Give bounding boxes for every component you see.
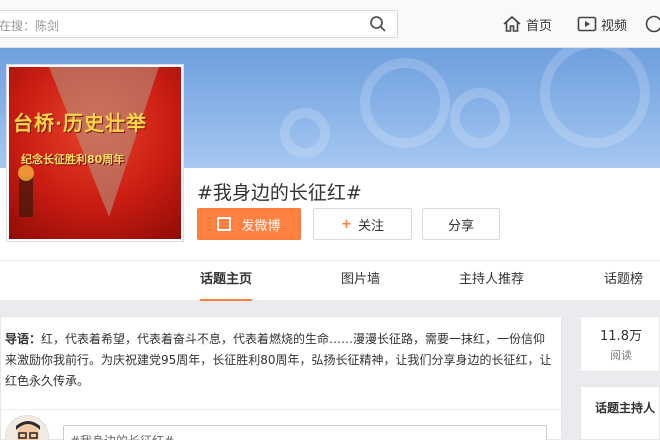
topic-intro: 导语：红，代表着希望，代表着奋斗不息，代表着燃烧的生命……漫漫长征路，需要一抹红… <box>5 329 553 392</box>
home-icon <box>503 15 521 32</box>
banner-decoration <box>360 58 450 148</box>
compose-text[interactable]: #我身边的长征红# <box>70 432 174 440</box>
nav-video-label: 视频 <box>601 18 628 34</box>
follow-button[interactable]: + 关注 <box>313 208 412 240</box>
nav-video[interactable]: 视频 <box>577 14 627 34</box>
follow-button-label: 关注 <box>357 218 384 234</box>
share-button-label: 分享 <box>447 218 474 234</box>
topic-intro-card: 导语：红，代表着希望，代表着奋斗不息，代表着燃烧的生命……漫漫长征路，需要一抹红… <box>0 316 563 440</box>
nav-home[interactable]: 首页 <box>502 14 552 34</box>
divider <box>1 409 563 410</box>
intro-text: 红，代表着希望，代表着奋斗不息，代表着燃烧的生命……漫漫长征路，需要一抹红，一份… <box>5 332 552 388</box>
post-button[interactable]: 发微博 <box>197 208 301 240</box>
compose-input[interactable]: #我身边的长征红# <box>63 425 547 440</box>
nav-more[interactable] <box>645 14 660 34</box>
cover-title: 台桥·历史壮举 <box>13 111 147 135</box>
topic-title: #我身边的长征红# <box>197 182 362 204</box>
plus-icon: + <box>341 216 352 232</box>
read-count: 11.8万 <box>600 329 642 344</box>
read-count-label: 阅读 <box>610 349 632 362</box>
host-card: 话题主持人 <box>580 386 660 440</box>
banner-decoration <box>540 48 650 148</box>
nav-home-label: 首页 <box>526 18 553 34</box>
top-bar: 在搜：陈剑 首页 视频 <box>0 0 660 48</box>
video-icon <box>577 16 597 32</box>
search-input[interactable]: 在搜：陈剑 <box>0 17 59 34</box>
clock-icon <box>645 15 660 33</box>
user-avatar-icon <box>6 416 48 440</box>
edit-icon <box>217 217 232 231</box>
host-heading: 话题主持人 <box>595 401 656 415</box>
post-button-label: 发微博 <box>241 218 281 234</box>
topic-tabs: 话题主页 图片墙 主持人推荐 话题榜 <box>0 260 660 301</box>
banner-decoration <box>450 88 510 148</box>
tab-photo-wall[interactable]: 图片墙 <box>341 261 380 301</box>
avatar[interactable] <box>5 415 49 440</box>
tab-topic-ranking[interactable]: 话题榜 <box>604 261 643 301</box>
cover-subtitle: 纪念长征胜利80周年 <box>21 153 125 166</box>
tab-host-picks[interactable]: 主持人推荐 <box>459 261 524 301</box>
search-box[interactable]: 在搜：陈剑 <box>0 10 398 38</box>
read-count-card: 11.8万 阅读 <box>580 316 660 372</box>
intro-label: 导语： <box>5 332 42 346</box>
banner-decoration <box>280 108 330 158</box>
tab-topic-home[interactable]: 话题主页 <box>200 261 253 301</box>
search-icon[interactable] <box>369 15 387 33</box>
topic-cover-image: 台桥·历史壮举 纪念长征胜利80周年 <box>6 64 184 242</box>
share-button[interactable]: 分享 <box>422 208 500 240</box>
